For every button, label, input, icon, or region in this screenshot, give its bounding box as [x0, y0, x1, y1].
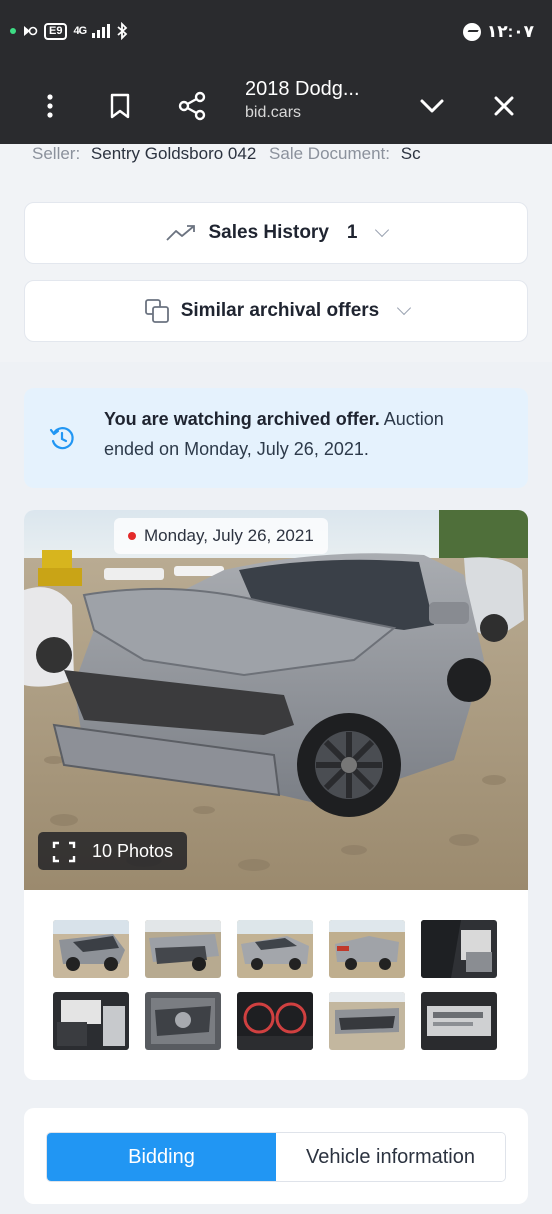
- thumbnail-photo[interactable]: [237, 992, 313, 1050]
- status-bar: E9 4G ١٢:٠٧: [0, 0, 552, 70]
- trend-up-icon: [165, 225, 195, 241]
- thumbnail-photo[interactable]: [329, 992, 405, 1050]
- sale-doc-value: Sc: [400, 144, 421, 163]
- photos-count-label: 10 Photos: [92, 841, 174, 861]
- thumbnail-photo[interactable]: [53, 920, 129, 978]
- thumbnail-photo[interactable]: [53, 992, 129, 1050]
- more-menu-icon[interactable]: [30, 86, 70, 126]
- seller-value: Sentry Goldsboro 042: [90, 144, 257, 163]
- sale-doc-label: Sale Document:: [269, 144, 390, 163]
- photos-count-button[interactable]: 10 Photos: [38, 832, 188, 870]
- auction-date-badge: Monday, July 26, 2021: [114, 518, 328, 554]
- thumbnail-photo[interactable]: [145, 920, 221, 978]
- notice-text: You are watching archived offer. Auction…: [104, 404, 484, 464]
- thumbnail-photo[interactable]: [421, 920, 497, 978]
- page-title: 2018 Dodg...: [245, 78, 360, 100]
- thumbnail-grid: [53, 920, 499, 1050]
- messenger-icon: [462, 23, 481, 41]
- archived-notice: You are watching archived offer. Auction…: [24, 388, 528, 488]
- notice-bold: You are watching archived offer.: [104, 409, 380, 429]
- tab-title-block[interactable]: 2018 Dodg... bid.cars: [245, 78, 360, 124]
- chevron-down-icon: [375, 222, 390, 238]
- notification-dot-icon: [10, 28, 16, 34]
- sales-history-label: Sales History: [208, 222, 329, 243]
- network-type: 4G: [73, 25, 87, 37]
- photo-gallery: Monday, July 26, 2021 10 Photos: [24, 510, 528, 1080]
- close-icon[interactable]: [484, 86, 524, 126]
- seller-label: Seller:: [32, 144, 81, 163]
- copy-icon: [144, 299, 169, 323]
- signal-icon: [92, 24, 111, 38]
- collapse-chevron-icon[interactable]: [412, 86, 452, 126]
- status-right: ١٢:٠٧: [462, 22, 534, 42]
- tab-vehicle-information[interactable]: Vehicle information: [276, 1133, 505, 1181]
- thumbnail-photo[interactable]: [421, 992, 497, 1050]
- info-tabs: Bidding Vehicle information: [46, 1132, 506, 1182]
- seller-line: Seller: Sentry Goldsboro 042 Sale Docume…: [32, 144, 552, 168]
- sales-history-count: 1: [346, 222, 358, 243]
- sales-history-toggle[interactable]: Sales History 1: [24, 202, 528, 264]
- similar-offers-label: Similar archival offers: [180, 300, 380, 321]
- tab-bidding[interactable]: Bidding: [47, 1133, 276, 1181]
- thumbnail-photo[interactable]: [237, 920, 313, 978]
- data-saver-icon: [24, 26, 38, 36]
- thumbnail-photo[interactable]: [145, 992, 221, 1050]
- chevron-down-icon: [397, 300, 412, 316]
- similar-offers-toggle[interactable]: Similar archival offers: [24, 280, 528, 342]
- battery-icon: E9: [44, 22, 68, 40]
- bluetooth-icon: [117, 22, 128, 40]
- history-icon: [49, 427, 74, 450]
- bookmark-icon[interactable]: [100, 86, 140, 126]
- status-time: ١٢:٠٧: [486, 22, 534, 41]
- thumbnail-photo[interactable]: [329, 920, 405, 978]
- fullscreen-icon: [52, 841, 76, 863]
- status-left: E9 4G: [10, 22, 128, 40]
- page-domain: bid.cars: [245, 104, 302, 121]
- share-icon[interactable]: [172, 86, 212, 126]
- info-tabs-card: Bidding Vehicle information: [24, 1108, 528, 1204]
